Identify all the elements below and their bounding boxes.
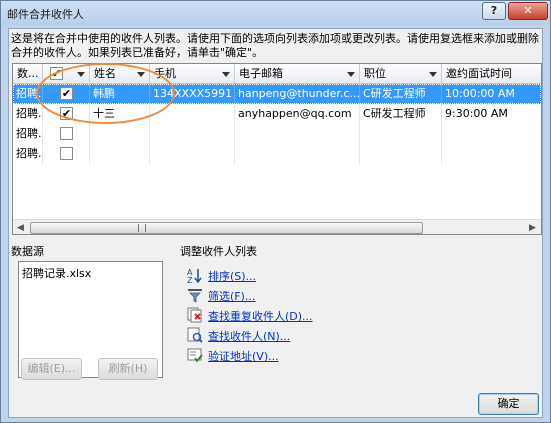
table-row[interactable]: 招聘... ✔ 韩鹏 134XXXX5991 hanpeng@thunder.c… xyxy=(13,84,541,104)
cell-source: 招聘... xyxy=(13,104,43,124)
chevron-down-icon[interactable] xyxy=(429,72,437,77)
cell-email xyxy=(235,144,360,164)
help-button[interactable]: ? xyxy=(482,2,506,20)
focus-outline xyxy=(13,84,541,104)
refresh-button[interactable]: 刷新(H) xyxy=(98,358,158,380)
filter-link[interactable]: 筛选(F)... xyxy=(208,288,255,304)
column-header-position[interactable]: 职位 xyxy=(360,64,442,84)
find-recipient-link[interactable]: 查找收件人(N)... xyxy=(208,328,290,344)
column-header-email[interactable]: 电子邮箱 xyxy=(235,64,360,84)
cell-name xyxy=(90,144,150,164)
ok-button[interactable]: 确定 xyxy=(478,393,539,415)
svg-text:Z: Z xyxy=(187,276,193,283)
chevron-down-icon[interactable] xyxy=(77,72,85,77)
chevron-down-icon[interactable] xyxy=(222,72,230,77)
cell-position: C研发工程师 xyxy=(360,104,442,124)
chevron-down-icon[interactable] xyxy=(347,72,355,77)
select-all-checkbox[interactable]: ✔ xyxy=(50,67,63,80)
cell-phone xyxy=(150,124,235,144)
column-header-phone[interactable]: 手机 xyxy=(150,64,235,84)
cell-interview-time xyxy=(442,144,541,164)
cell-phone xyxy=(150,144,235,164)
validate-address-link[interactable]: 验证地址(V)... xyxy=(208,348,279,364)
dialog-body: 这是将在合并中使用的收件人列表。请使用下面的选项向列表添加项或更改列表。请使用复… xyxy=(8,28,543,418)
column-header-source[interactable]: 数... xyxy=(13,64,43,84)
horizontal-scrollbar[interactable]: ◀ ▶ xyxy=(13,219,541,234)
cell-checkbox xyxy=(43,144,90,164)
cell-name: 十三 xyxy=(90,104,150,124)
cell-source: 招聘... xyxy=(13,124,43,144)
instructions-text: 这是将在合并中使用的收件人列表。请使用下面的选项向列表添加项或更改列表。请使用复… xyxy=(11,32,539,59)
cell-phone xyxy=(150,104,235,124)
cell-name xyxy=(90,124,150,144)
cell-source: 招聘... xyxy=(13,144,43,164)
scrollbar-thumb[interactable] xyxy=(30,222,423,234)
list-item[interactable]: 招聘记录.xlsx xyxy=(22,265,91,281)
recipient-list[interactable]: 数... ✔ 姓名 手机 电子邮箱 职位 邀约面试时间 招聘... ✔ 韩鹏 1… xyxy=(12,63,542,235)
title-bar: 邮件合并收件人 ? ✕ xyxy=(1,1,550,25)
list-header: 数... ✔ 姓名 手机 电子邮箱 职位 邀约面试时间 xyxy=(13,64,541,84)
sort-icon: A Z xyxy=(187,268,202,283)
adjust-list-label: 调整收件人列表 xyxy=(180,245,257,258)
row-checkbox[interactable] xyxy=(60,127,73,140)
grip-icon xyxy=(138,224,146,232)
close-button[interactable]: ✕ xyxy=(508,2,548,20)
cell-email xyxy=(235,124,360,144)
cell-interview-time: 9:30:00 AM xyxy=(445,107,508,120)
cell-position xyxy=(360,124,442,144)
column-header-checkbox[interactable]: ✔ xyxy=(43,64,90,84)
chevron-down-icon[interactable] xyxy=(137,72,145,77)
sort-link[interactable]: 排序(S)... xyxy=(208,268,256,284)
datasource-label: 数据源 xyxy=(11,245,44,258)
cell-email: anyhappen@qq.com xyxy=(235,104,360,124)
column-header-name[interactable]: 姓名 xyxy=(90,64,150,84)
filter-icon xyxy=(188,289,202,303)
edit-button[interactable]: 编辑(E)... xyxy=(21,358,82,380)
cell-checkbox: ✔ xyxy=(43,104,90,124)
row-checkbox[interactable]: ✔ xyxy=(60,107,73,120)
table-row[interactable]: 招聘... xyxy=(13,144,541,164)
mail-merge-recipients-dialog: 邮件合并收件人 ? ✕ 这是将在合并中使用的收件人列表。请使用下面的选项向列表添… xyxy=(0,0,551,423)
find-recipient-icon xyxy=(187,327,203,343)
validate-address-icon xyxy=(187,348,203,363)
column-header-interview-time[interactable]: 邀约面试时间 xyxy=(442,64,541,84)
find-duplicates-link[interactable]: 查找重复收件人(D)... xyxy=(208,308,313,324)
cell-position xyxy=(360,144,442,164)
table-row[interactable]: 招聘... ✔ 十三 anyhappen@qq.com C研发工程师 9:30:… xyxy=(13,104,541,124)
scroll-left-icon[interactable]: ◀ xyxy=(13,221,28,234)
cell-interview-time xyxy=(442,124,541,144)
dialog-title: 邮件合并收件人 xyxy=(7,8,84,21)
find-duplicates-icon xyxy=(187,307,202,323)
scroll-right-icon[interactable]: ▶ xyxy=(525,221,540,234)
row-checkbox[interactable] xyxy=(60,147,73,160)
cell-checkbox xyxy=(43,124,90,144)
table-row[interactable]: 招聘... xyxy=(13,124,541,144)
